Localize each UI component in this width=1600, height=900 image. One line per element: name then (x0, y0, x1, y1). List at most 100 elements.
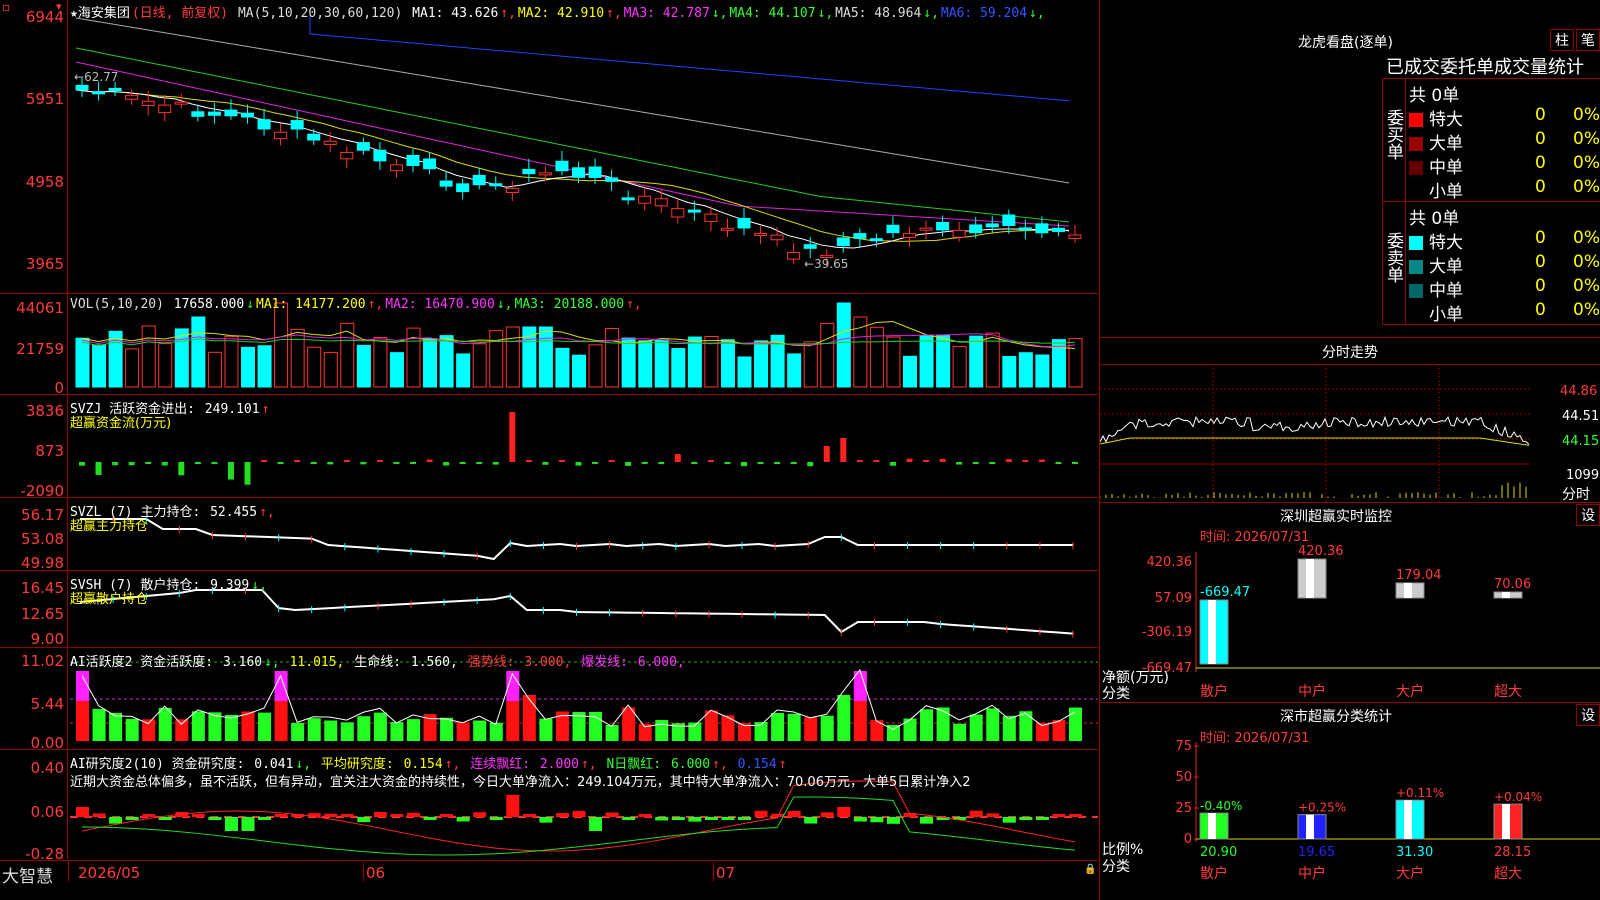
tab-bar[interactable]: 柱 (1550, 29, 1574, 51)
volume-bar (820, 322, 835, 388)
buy-name-3: 中单 (1429, 158, 1463, 178)
period-label[interactable]: (日线, 前复权) (132, 6, 228, 21)
flow-bar (542, 462, 549, 465)
flow-bar (856, 460, 863, 462)
svzl-pane[interactable]: 56.17 53.08 49.98 SVZL (7) 主力持仓: 52.455 ↑… (0, 499, 1098, 572)
candle-body (886, 224, 900, 234)
vol-ma-legend-2: MA2: 16470.900 (385, 297, 495, 312)
activity-bar (522, 695, 536, 741)
vol-ma-legend-arrow-3: ↑, (626, 297, 642, 312)
monitor-chart[interactable]: 420.3657.09-306.19-669.47-669.47散户420.36… (1100, 502, 1600, 702)
flow-bar (79, 462, 85, 466)
research-bar (555, 813, 569, 817)
intraday-chart[interactable] (1100, 364, 1600, 502)
research-bar (506, 795, 520, 817)
research-bar (886, 817, 900, 824)
activity-bar (407, 719, 420, 741)
candle-body (1035, 223, 1049, 234)
candle-body (340, 151, 354, 160)
buy-name-4: 小单 (1429, 182, 1463, 202)
volume-bar (1035, 354, 1050, 388)
monitor-bar-hilite-3 (1404, 582, 1412, 598)
candlestick-chart[interactable] (0, 0, 1098, 294)
monitor-tick-0: 420.36 (1147, 555, 1193, 570)
ai2-a2: ↑, (444, 757, 461, 772)
flow-bar (1055, 462, 1062, 464)
candle-body (307, 133, 321, 141)
flow-bar (194, 462, 201, 464)
ai2-v2: 0.154 (403, 757, 443, 772)
vol-ma-legend-3: MA3: 20188.000 (514, 297, 625, 312)
candle-body (853, 233, 867, 239)
ai-research-pane[interactable]: 0.40 0.06 -0.28 AI研究度2(10) 资金研究度: 0.041 ↓… (0, 751, 1098, 863)
research-bar (241, 817, 255, 831)
candle-body (241, 112, 254, 118)
vol-value: 17658.000 (173, 297, 245, 312)
vol-ma-legend: MA1: 14177.200 ↑, MA2: 16470.900 ↓, MA3: 201… (256, 297, 644, 312)
sell-count-1: 0 (1535, 228, 1546, 248)
svzj-pane[interactable]: 3836 873 -2090 SVZJ 活跃资金进出: 249.101 ↑ 超赢资… (0, 396, 1098, 500)
ma-params: MA(5,10,20,30,60,120) (237, 6, 403, 21)
ai-active-pane[interactable]: 11.02 5.44 0.00 AI活跃度2 资金活跃度: 3.160 ↓, 11… (0, 649, 1098, 752)
candle-body (588, 166, 602, 178)
research-bar (655, 817, 669, 821)
candle-body (323, 140, 337, 145)
activity-bar (224, 714, 238, 741)
activity-bar (655, 719, 669, 741)
monitor-cat-1: 散户 (1200, 683, 1228, 700)
x-label-jul: 07 (716, 864, 736, 882)
activity-bar (489, 722, 503, 741)
monitor-tick-1: 57.09 (1155, 591, 1192, 606)
volume-bar (125, 348, 140, 388)
svsh-pane[interactable]: 16.45 12.65 9.00 SVSH (7) 散户持仓: 9.399 ↓, … (0, 572, 1098, 648)
volume-bar (588, 344, 603, 388)
activity-bar (241, 711, 255, 741)
x-label-may: 2026/05 (78, 864, 141, 882)
research-bar (109, 817, 123, 824)
ai2-v1: 0.041 (254, 757, 294, 772)
activity-bar (771, 712, 785, 741)
volume-bar (207, 351, 222, 388)
monitor-bar-hilite-2 (1306, 559, 1314, 598)
volume-bar (903, 355, 917, 388)
buy-swatch-2 (1409, 137, 1423, 151)
candle-body (720, 227, 734, 231)
research-bar (142, 814, 156, 817)
svsh-value: 9.399 (210, 578, 250, 593)
research-bar (522, 814, 536, 817)
class-change-3: +0.11% (1396, 786, 1444, 800)
candle-body (770, 234, 784, 241)
flow-bar (294, 460, 301, 462)
volume-bar (886, 336, 901, 388)
candle-body (356, 142, 370, 151)
flow-bar (376, 460, 383, 462)
candle-body (1068, 234, 1082, 240)
candle-body (1018, 227, 1032, 231)
tab-tick[interactable]: 笔 (1576, 29, 1600, 51)
candle-body (919, 227, 933, 231)
sell-box: 委卖单 共 0单 特大 0 0% 大单 0 0% 中单 0 0% 小单 0 0% (1382, 201, 1600, 325)
candle-body (605, 177, 619, 182)
lock-icon[interactable]: 🔒 (1084, 864, 1096, 875)
research-bar (986, 813, 1000, 817)
activity-bar (936, 707, 950, 741)
flow-bar (873, 460, 880, 462)
class-chart[interactable]: 75 50 25 0 -0.40% 20.90 散户 +0.25% 19.65 中户 +0.11% 3… (1100, 702, 1600, 900)
activity-bar (274, 701, 288, 741)
research-bar (622, 817, 636, 820)
activity-bar (1019, 711, 1033, 741)
candle-body (621, 197, 635, 201)
volume-pane[interactable]: 44061 21759 0 VOL(5,10,20) 17658.000 ↓ MA1… (0, 295, 1098, 397)
candle-body (952, 229, 966, 238)
price-pane[interactable]: ▫ ▾ 6944 5951 4958 3965 ★海安集团 (日线, 前复权) M… (0, 0, 1098, 294)
lhb-title: 龙虎看盘(逐单) (1298, 35, 1393, 51)
activity-bar (704, 710, 718, 741)
activity-bar (76, 701, 89, 741)
stock-title[interactable]: ★海安集团 (70, 6, 130, 21)
sell-pct-2: 0% (1573, 252, 1600, 272)
fs-tick-2: 44.15 (1562, 434, 1600, 449)
volume-bar (555, 347, 570, 388)
svzl-arrow: ↑, (259, 505, 275, 520)
candle-body (125, 94, 139, 100)
class-bar-hilite-4 (1502, 804, 1510, 839)
